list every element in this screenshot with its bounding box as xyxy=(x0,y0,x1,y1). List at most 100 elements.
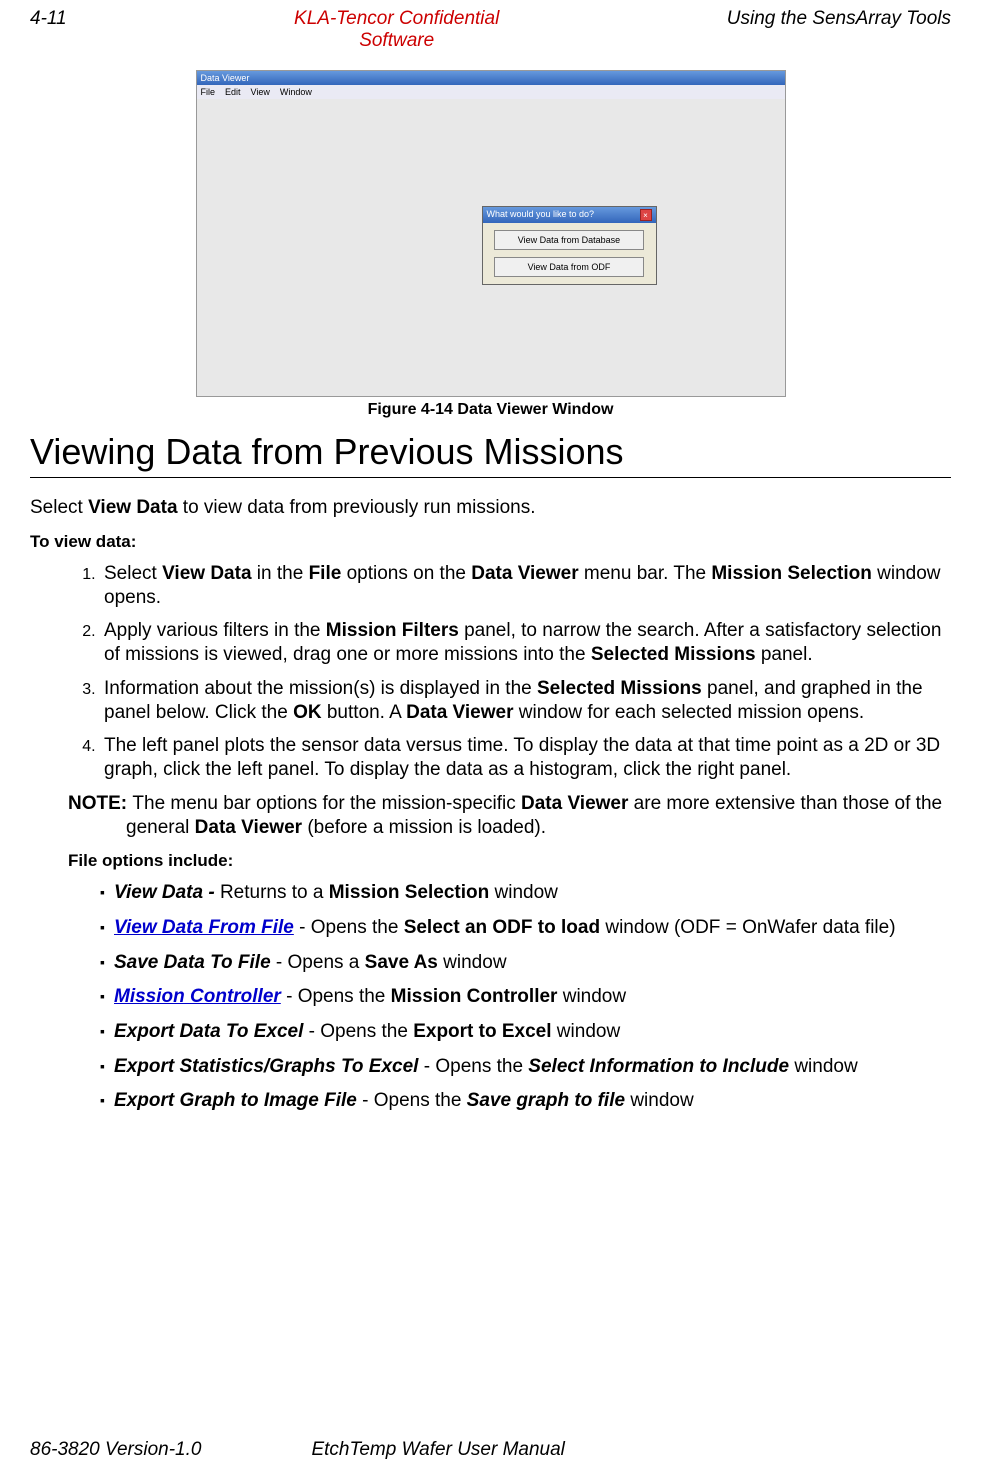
menu-file[interactable]: File xyxy=(201,87,216,97)
text: Information about the mission(s) is disp… xyxy=(104,678,537,699)
text-bold: Selected Missions xyxy=(591,644,756,665)
view-data-from-odf-button[interactable]: View Data from ODF xyxy=(494,257,644,277)
opt-name-link[interactable]: View Data From File xyxy=(114,917,294,938)
menu-view[interactable]: View xyxy=(251,87,270,97)
text: window xyxy=(625,1090,694,1111)
text-bold: Data Viewer xyxy=(406,702,513,723)
opt-name: Export Graph to Image File xyxy=(114,1090,357,1111)
header-section-name: Using the SensArray Tools xyxy=(727,8,951,30)
opt-export-stats-excel: Export Statistics/Graphs To Excel - Open… xyxy=(100,1055,951,1080)
text-bold: Data Viewer xyxy=(195,817,302,838)
opt-name: Save Data To File xyxy=(114,952,271,973)
text: Opens the xyxy=(311,917,404,938)
file-options-list: View Data - Returns to a Mission Selecti… xyxy=(30,881,951,1114)
opt-view-data: View Data - Returns to a Mission Selecti… xyxy=(100,881,951,906)
text-bold: Selected Missions xyxy=(537,678,702,699)
text-bold: Save As xyxy=(365,952,438,973)
text: - xyxy=(281,986,298,1007)
step-1: Select View Data in the File options on … xyxy=(100,562,951,610)
opt-name-link[interactable]: Mission Controller xyxy=(114,986,281,1007)
text: button. A xyxy=(322,702,407,723)
footer-docnum: 86-3820 Version-1.0 xyxy=(30,1439,201,1461)
text-bold: Mission Selection xyxy=(711,563,871,584)
view-data-from-database-button[interactable]: View Data from Database xyxy=(494,230,644,250)
step-3: Information about the mission(s) is disp… xyxy=(100,677,951,725)
header-kla-line2: Software xyxy=(67,30,727,52)
text: Select xyxy=(30,497,88,518)
window-titlebar: Data Viewer xyxy=(197,71,785,85)
text: options on the xyxy=(341,563,471,584)
text-bold: Mission Filters xyxy=(326,620,459,641)
text: window for each selected mission opens. xyxy=(513,702,864,723)
text: Opens the xyxy=(298,986,391,1007)
text: window xyxy=(489,882,558,903)
menu-edit[interactable]: Edit xyxy=(225,87,241,97)
footer-title: EtchTemp Wafer User Manual xyxy=(311,1439,564,1461)
text: panel. xyxy=(756,644,813,665)
text: (before a mission is loaded). xyxy=(302,817,546,838)
text: Opens the xyxy=(374,1090,467,1111)
dialog-title-text: What would you like to do? xyxy=(487,209,595,221)
text: window (ODF = OnWafer data file) xyxy=(600,917,895,938)
text: - xyxy=(357,1090,374,1111)
page-header: 4-11 KLA-Tencor Confidential Software Us… xyxy=(30,0,951,52)
text: Apply various filters in the xyxy=(104,620,326,641)
text-bold: Data Viewer xyxy=(471,563,578,584)
opt-export-graph-image: Export Graph to Image File - Opens the S… xyxy=(100,1089,951,1114)
text: - xyxy=(294,917,311,938)
dialog-titlebar: What would you like to do? × xyxy=(483,207,656,223)
text-bold-italic: Select Information to Include xyxy=(528,1056,789,1077)
header-kla-line1: KLA-Tencor Confidential xyxy=(294,8,499,29)
note-label: NOTE: xyxy=(68,793,132,814)
text-bold: Select an ODF to load xyxy=(404,917,600,938)
opt-export-data-excel: Export Data To Excel - Opens the Export … xyxy=(100,1020,951,1045)
opt-name: Export Data To Excel xyxy=(114,1021,303,1042)
close-icon[interactable]: × xyxy=(640,209,652,221)
opt-name: View Data - xyxy=(114,882,220,903)
figure-caption: Figure 4-14 Data Viewer Window xyxy=(368,401,614,419)
to-view-data-heading: To view data: xyxy=(30,532,951,552)
text-bold: View Data xyxy=(162,563,251,584)
startup-dialog: What would you like to do? × View Data f… xyxy=(482,206,657,285)
text-bold: Mission Controller xyxy=(391,986,558,1007)
text: in the xyxy=(252,563,309,584)
file-options-heading: File options include: xyxy=(30,851,951,871)
text: menu bar. The xyxy=(579,563,712,584)
data-viewer-screenshot: Data Viewer File Edit View Window What w… xyxy=(196,70,786,397)
text-bold: OK xyxy=(293,702,322,723)
opt-mission-controller: Mission Controller - Opens the Mission C… xyxy=(100,985,951,1010)
text-bold: View Data xyxy=(88,497,177,518)
text: - xyxy=(271,952,288,973)
text: Select xyxy=(104,563,162,584)
text: window xyxy=(552,1021,621,1042)
step-4: The left panel plots the sensor data ver… xyxy=(100,734,951,782)
text-bold: Data Viewer xyxy=(521,793,628,814)
page-footer: 86-3820 Version-1.0 EtchTemp Wafer User … xyxy=(30,1439,951,1461)
text: Returns to a xyxy=(220,882,329,903)
figure-4-14: Data Viewer File Edit View Window What w… xyxy=(30,70,951,419)
text: - xyxy=(418,1056,435,1077)
note: NOTE: The menu bar options for the missi… xyxy=(88,792,951,840)
text: - xyxy=(303,1021,320,1042)
text-bold-italic: Save graph to file xyxy=(467,1090,625,1111)
text: window xyxy=(557,986,626,1007)
section-heading: Viewing Data from Previous Missions xyxy=(30,431,951,478)
text: Opens the xyxy=(435,1056,528,1077)
page-number: 4-11 xyxy=(30,8,67,30)
text: The left panel plots the sensor data ver… xyxy=(104,735,940,780)
step-2: Apply various filters in the Mission Fil… xyxy=(100,619,951,667)
window-menubar: File Edit View Window xyxy=(197,85,785,99)
intro-paragraph: Select View Data to view data from previ… xyxy=(30,496,951,520)
opt-save-data-to-file: Save Data To File - Opens a Save As wind… xyxy=(100,951,951,976)
header-title: KLA-Tencor Confidential Software xyxy=(67,8,727,52)
text: Opens a xyxy=(288,952,365,973)
steps-list: Select View Data in the File options on … xyxy=(30,562,951,782)
opt-name: Export Statistics/Graphs To Excel xyxy=(114,1056,418,1077)
text: window xyxy=(789,1056,858,1077)
text: to view data from previously run mission… xyxy=(178,497,536,518)
text: Opens the xyxy=(320,1021,413,1042)
text-bold: File xyxy=(309,563,342,584)
text: The menu bar options for the mission-spe… xyxy=(132,793,521,814)
text: window xyxy=(438,952,507,973)
menu-window[interactable]: Window xyxy=(280,87,312,97)
